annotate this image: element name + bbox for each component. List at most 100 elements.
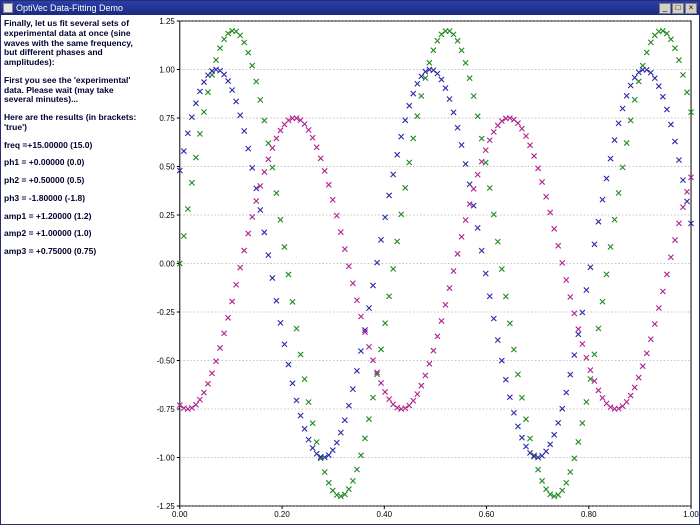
marker-x-icon <box>358 348 363 353</box>
marker-x-icon <box>439 318 444 323</box>
tick-label-x: 0.00 <box>172 510 188 519</box>
marker-x-icon <box>407 103 412 108</box>
marker-x-icon <box>242 40 247 45</box>
marker-x-icon <box>584 355 589 360</box>
marker-x-icon <box>660 289 665 294</box>
marker-x-icon <box>455 125 460 130</box>
marker-x-icon <box>628 83 633 88</box>
tick-label-y: 0.50 <box>159 162 175 171</box>
marker-x-icon <box>664 272 669 277</box>
marker-x-icon <box>628 393 633 398</box>
marker-x-icon <box>334 492 339 497</box>
marker-x-icon <box>459 48 464 53</box>
marker-x-icon <box>435 38 440 43</box>
marker-x-icon <box>548 442 553 447</box>
marker-x-icon <box>407 160 412 165</box>
marker-x-icon <box>419 383 424 388</box>
marker-x-icon <box>230 87 235 92</box>
marker-x-icon <box>302 122 307 127</box>
marker-x-icon <box>632 385 637 390</box>
marker-x-icon <box>540 179 545 184</box>
tick-label-y: 0.75 <box>159 114 175 123</box>
marker-x-icon <box>185 131 190 136</box>
marker-x-icon <box>451 268 456 273</box>
marker-x-icon <box>459 234 464 239</box>
marker-x-icon <box>383 321 388 326</box>
minimize-button[interactable]: _ <box>659 3 671 14</box>
marker-x-icon <box>234 99 239 104</box>
sidebar-param: ph2 = +0.50000 (0.5) <box>4 176 139 186</box>
marker-x-icon <box>491 129 496 134</box>
body: Finally, let us fit several sets of expe… <box>1 15 699 524</box>
marker-x-icon <box>511 410 516 415</box>
marker-x-icon <box>262 169 267 174</box>
marker-x-icon <box>310 445 315 450</box>
marker-x-icon <box>274 136 279 141</box>
marker-x-icon <box>234 282 239 287</box>
marker-x-icon <box>387 294 392 299</box>
marker-x-icon <box>270 145 275 150</box>
marker-x-icon <box>383 389 388 394</box>
marker-x-icon <box>226 315 231 320</box>
close-button[interactable]: × <box>685 3 697 14</box>
marker-x-icon <box>266 141 271 146</box>
marker-x-icon <box>612 137 617 142</box>
marker-x-icon <box>290 381 295 386</box>
marker-x-icon <box>374 260 379 265</box>
marker-x-icon <box>278 217 283 222</box>
marker-x-icon <box>270 165 275 170</box>
marker-x-icon <box>479 248 484 253</box>
marker-x-icon <box>535 166 540 171</box>
marker-x-icon <box>411 398 416 403</box>
marker-x-icon <box>636 375 641 380</box>
marker-x-icon <box>350 281 355 286</box>
marker-x-icon <box>495 239 500 244</box>
marker-x-icon <box>584 287 589 292</box>
marker-x-icon <box>451 110 456 115</box>
marker-x-icon <box>527 143 532 148</box>
maximize-button[interactable]: □ <box>672 3 684 14</box>
marker-x-icon <box>680 205 685 210</box>
marker-x-icon <box>197 397 202 402</box>
marker-x-icon <box>576 439 581 444</box>
marker-x-icon <box>523 417 528 422</box>
marker-x-icon <box>302 426 307 431</box>
marker-x-icon <box>334 440 339 445</box>
marker-x-icon <box>286 362 291 367</box>
marker-x-icon <box>604 272 609 277</box>
marker-x-icon <box>189 405 194 410</box>
marker-x-icon <box>403 118 408 123</box>
marker-x-icon <box>395 405 400 410</box>
marker-x-icon <box>624 399 629 404</box>
marker-x-icon <box>459 142 464 147</box>
marker-x-icon <box>399 212 404 217</box>
marker-x-icon <box>443 302 448 307</box>
sidebar-param: freq =+15.00000 (15.0) <box>4 141 139 151</box>
marker-x-icon <box>302 377 307 382</box>
marker-x-icon <box>411 91 416 96</box>
marker-x-icon <box>451 32 456 37</box>
marker-x-icon <box>294 398 299 403</box>
marker-x-icon <box>572 456 577 461</box>
marker-x-icon <box>201 109 206 114</box>
marker-x-icon <box>282 244 287 249</box>
marker-x-icon <box>499 266 504 271</box>
marker-x-icon <box>612 217 617 222</box>
marker-x-icon <box>568 372 573 377</box>
marker-x-icon <box>346 487 351 492</box>
marker-x-icon <box>544 194 549 199</box>
marker-x-icon <box>221 72 226 77</box>
marker-x-icon <box>366 306 371 311</box>
window-buttons: _ □ × <box>659 3 697 14</box>
marker-x-icon <box>322 469 327 474</box>
marker-x-icon <box>580 420 585 425</box>
marker-x-icon <box>648 337 653 342</box>
marker-x-icon <box>189 180 194 185</box>
marker-x-icon <box>684 90 689 95</box>
marker-x-icon <box>624 140 629 145</box>
marker-x-icon <box>242 128 247 133</box>
marker-x-icon <box>616 190 621 195</box>
marker-x-icon <box>358 314 363 319</box>
marker-x-icon <box>217 46 222 51</box>
marker-x-icon <box>515 372 520 377</box>
